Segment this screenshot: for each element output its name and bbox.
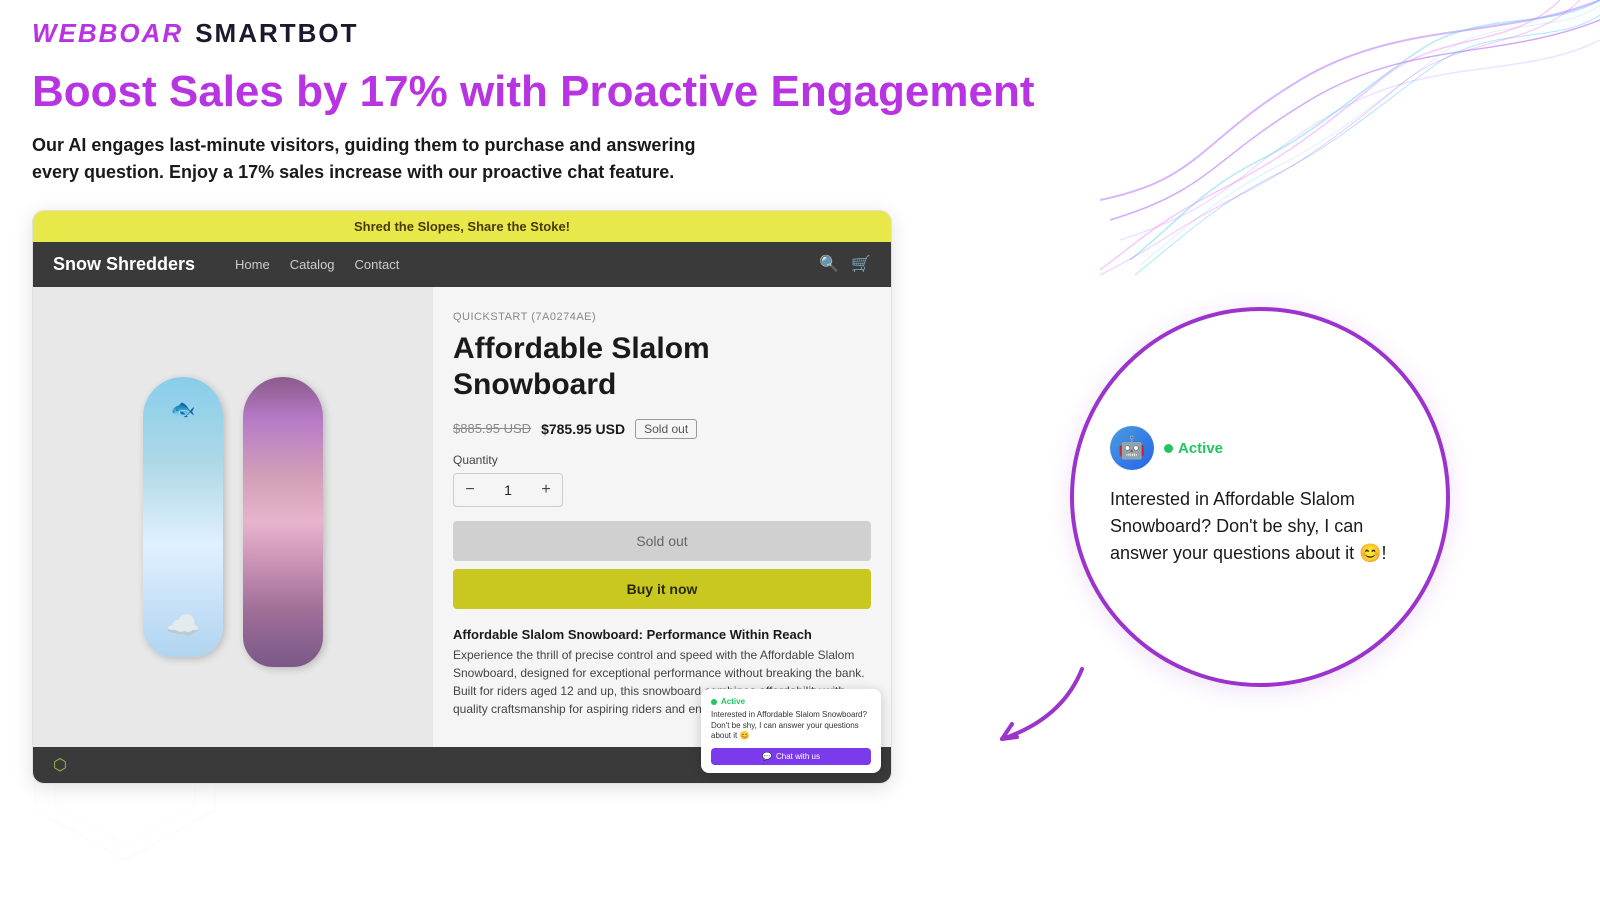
chat-panel: 🤖 Active Interested in Affordable Slalom…: [952, 210, 1568, 784]
main-content: Shred the Slopes, Share the Stoke! Snow …: [0, 210, 1600, 784]
logo-webboar: WEBBOAR: [32, 18, 183, 49]
store-nav: Snow Shredders Home Catalog Contact 🔍 🛒: [33, 242, 891, 287]
mini-chat-button-label: Chat with us: [776, 752, 820, 761]
mini-chat-active-row: Active: [711, 697, 871, 706]
store-mockup: Shred the Slopes, Share the Stoke! Snow …: [32, 210, 892, 784]
snowboard-1-bottom-deco: ☁️: [166, 609, 201, 642]
product-desc-title: Affordable Slalom Snowboard: Performance…: [453, 627, 871, 642]
sold-out-badge: Sold out: [635, 419, 697, 439]
mini-active-text: Active: [721, 697, 745, 706]
nav-home[interactable]: Home: [235, 257, 270, 272]
shopify-icon: ⬡: [53, 755, 67, 775]
quantity-increase-button[interactable]: +: [530, 474, 562, 506]
mini-chat-button[interactable]: 💬 Chat with us: [711, 748, 871, 765]
store-product: 🐟 ☁️ QUICKSTART (7A0274AE) Affordable Sl…: [33, 287, 891, 747]
mini-chat-message: Interested in Affordable Slalom Snowboar…: [711, 710, 871, 741]
store-logo: Snow Shredders: [53, 254, 195, 275]
store-nav-links: Home Catalog Contact: [235, 257, 795, 272]
nav-catalog[interactable]: Catalog: [290, 257, 335, 272]
quantity-decrease-button[interactable]: −: [454, 474, 486, 506]
snowboard-1-top-deco: 🐟: [171, 397, 196, 422]
buy-now-button[interactable]: Buy it now: [453, 569, 871, 609]
mini-active-dot: [711, 699, 717, 705]
snowboard-2: [243, 367, 323, 667]
price-original: $885.95 USD: [453, 421, 531, 436]
product-images: 🐟 ☁️: [33, 287, 433, 747]
chat-active-indicator: Active: [1164, 440, 1223, 457]
store-nav-icons: 🔍 🛒: [819, 254, 871, 274]
logo-smartbot: SMARTBOT: [195, 18, 358, 49]
chat-avatar: 🤖: [1110, 426, 1154, 470]
quantity-value: 1: [486, 482, 530, 498]
cart-icon[interactable]: 🛒: [851, 254, 871, 274]
snowboard-1: 🐟 ☁️: [143, 377, 223, 657]
price-current: $785.95 USD: [541, 421, 625, 437]
nav-contact[interactable]: Contact: [355, 257, 400, 272]
product-title: Affordable Slalom Snowboard: [453, 331, 871, 403]
chat-icon-small: 💬: [762, 752, 772, 761]
search-icon[interactable]: 🔍: [819, 254, 839, 274]
chat-bubble-circle: 🤖 Active Interested in Affordable Slalom…: [1070, 307, 1450, 687]
quantity-label: Quantity: [453, 453, 871, 467]
product-details: QUICKSTART (7A0274AE) Affordable Slalom …: [433, 287, 891, 747]
active-dot: [1164, 444, 1173, 453]
arrow-decoration: [982, 659, 1102, 764]
sold-out-button: Sold out: [453, 521, 871, 561]
chat-header-row: 🤖 Active: [1110, 426, 1223, 470]
active-label: Active: [1178, 440, 1223, 457]
price-row: $885.95 USD $785.95 USD Sold out: [453, 419, 871, 439]
store-announcement: Shred the Slopes, Share the Stoke!: [33, 211, 891, 242]
mini-chat-widget[interactable]: Active Interested in Affordable Slalom S…: [701, 689, 881, 772]
product-sku: QUICKSTART (7A0274AE): [453, 311, 871, 323]
hero-description: Our AI engages last-minute visitors, gui…: [32, 132, 732, 186]
avatar-emoji: 🤖: [1118, 435, 1145, 461]
quantity-control: − 1 +: [453, 473, 563, 507]
chat-message: Interested in Affordable Slalom Snowboar…: [1110, 486, 1410, 567]
